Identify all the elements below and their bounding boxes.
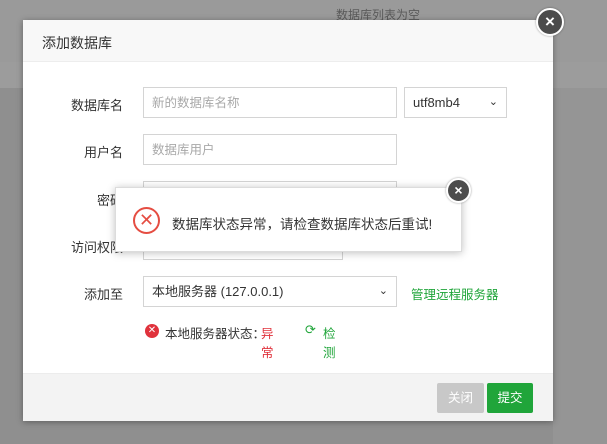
- dialog-close-icon[interactable]: ×: [536, 8, 564, 36]
- chevron-down-icon: ⌄: [378, 285, 388, 297]
- server-value: 本地服务器 (127.0.0.1): [152, 284, 284, 299]
- error-circle-icon: ✕: [133, 207, 160, 234]
- error-x-icon: ✕: [145, 324, 159, 338]
- username-input[interactable]: [143, 134, 397, 165]
- refresh-icon[interactable]: ⟳: [305, 322, 316, 338]
- check-link[interactable]: 检测: [323, 323, 336, 361]
- charset-value: utf8mb4: [413, 95, 460, 110]
- password-label: 密码: [96, 193, 123, 208]
- db-name-input[interactable]: [143, 87, 397, 118]
- server-status-label: 本地服务器状态：: [165, 327, 266, 341]
- db-name-label: 数据库名: [70, 98, 123, 113]
- access-label: 访问权限: [70, 240, 123, 255]
- submit-button[interactable]: 提交: [487, 383, 533, 413]
- chevron-down-icon: ⌄: [488, 96, 498, 108]
- close-button[interactable]: 关闭: [437, 383, 484, 413]
- server-select[interactable]: 本地服务器 (127.0.0.1) ⌄: [143, 276, 397, 307]
- dialog-footer: 关闭 提交: [23, 373, 553, 421]
- add-to-label: 添加至: [83, 287, 123, 302]
- toast-close-icon[interactable]: ×: [446, 178, 471, 203]
- dialog-header: 添加数据库: [23, 20, 553, 62]
- dialog-title: 添加数据库: [42, 35, 112, 51]
- charset-select[interactable]: utf8mb4 ⌄: [404, 87, 507, 118]
- background-right-panel: [553, 88, 607, 444]
- toast-message: 数据库状态异常，请检查数据库状态后重试!: [172, 217, 433, 232]
- server-status-value: 异常: [261, 327, 274, 360]
- error-toast: ✕ 数据库状态异常，请检查数据库状态后重试!: [115, 187, 462, 252]
- username-label: 用户名: [83, 145, 123, 160]
- manage-remote-servers-link[interactable]: 管理远程服务器: [411, 284, 499, 303]
